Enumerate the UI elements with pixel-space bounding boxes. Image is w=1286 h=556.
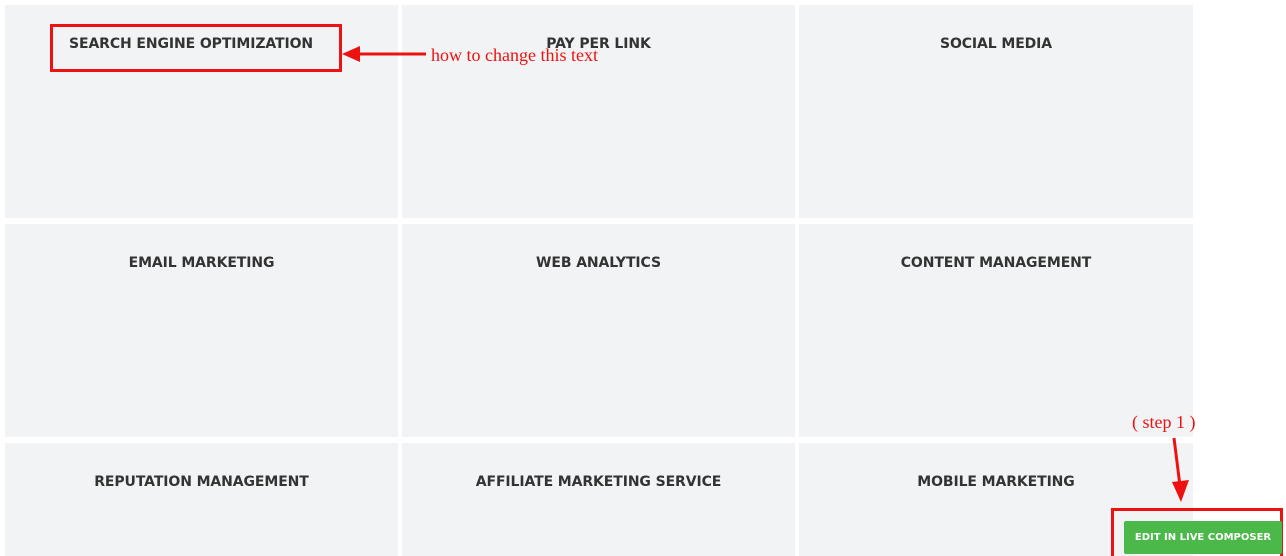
service-tile: EMAIL MARKETING <box>5 224 398 437</box>
edit-in-live-composer-button[interactable]: EDIT IN LIVE COMPOSER <box>1124 521 1282 554</box>
service-title: CONTENT MANAGEMENT <box>900 255 1092 271</box>
service-tile: PAY PER LINK <box>402 5 795 218</box>
service-tile: REPUTATION MANAGEMENT <box>5 443 398 556</box>
title-highlight-box <box>50 24 342 72</box>
service-title: AFFILIATE MARKETING SERVICE <box>475 474 722 490</box>
services-grid: SEARCH ENGINE OPTIMIZATION PAY PER LINK … <box>5 5 1193 556</box>
service-title: EMAIL MARKETING <box>128 255 275 271</box>
service-title: SOCIAL MEDIA <box>939 36 1053 52</box>
left-arrow-icon <box>342 46 426 62</box>
service-title: MOBILE MARKETING <box>917 474 1075 490</box>
service-title: WEB ANALYTICS <box>536 255 661 271</box>
down-arrow-icon <box>1172 437 1189 502</box>
annotation-step-note: ( step 1 ) <box>1132 412 1196 432</box>
service-title: REPUTATION MANAGEMENT <box>94 474 309 490</box>
service-tile: WEB ANALYTICS <box>402 224 795 437</box>
service-tile: CONTENT MANAGEMENT <box>799 224 1193 437</box>
service-tile: AFFILIATE MARKETING SERVICE <box>402 443 795 556</box>
annotation-title-note: how to change this text <box>431 45 598 65</box>
service-tile: SOCIAL MEDIA <box>799 5 1193 218</box>
